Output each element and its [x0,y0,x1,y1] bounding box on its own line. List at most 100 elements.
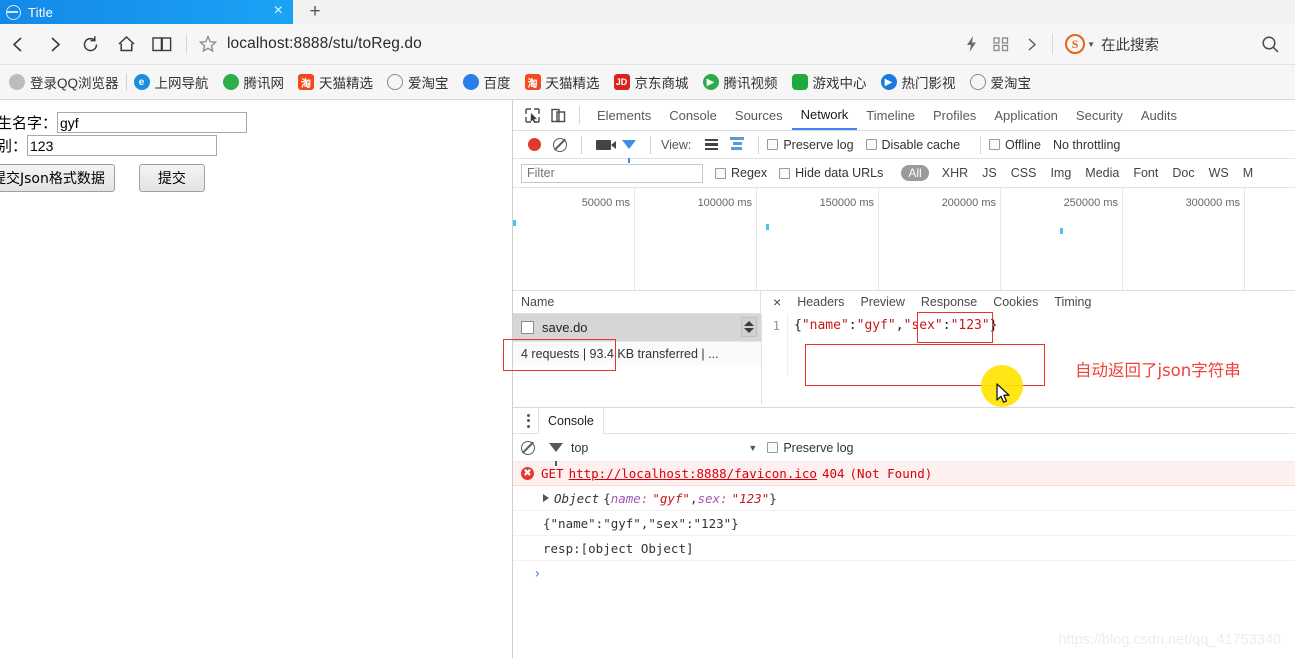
tab-timeline[interactable]: Timeline [857,100,924,130]
column-header-name[interactable]: Name [513,290,761,314]
bookmark-item[interactable]: 淘 天猫精选 [291,65,380,99]
detail-tab-response[interactable]: Response [913,290,985,315]
log-url[interactable]: http://localhost:8888/favicon.ico [569,466,817,481]
bookmark-item[interactable]: 游戏中心 [785,65,874,99]
bookmark-item[interactable]: 爱淘宝 [963,65,1039,99]
bookmark-item[interactable]: 淘 天猫精选 [518,65,607,99]
filter-type-js[interactable]: JS [975,166,1004,180]
filter-funnel-icon[interactable] [616,132,642,163]
console-object-row[interactable]: Object { name: "gyf" , sex: "123" } [513,486,1295,511]
address-bar[interactable]: localhost:8888/stu/toReg.do [223,35,422,53]
chevron-right-icon[interactable] [1016,24,1046,64]
expand-triangle-icon[interactable] [543,494,549,502]
preserve-log-checkbox[interactable]: Preserve log [767,138,854,152]
device-toolbar-icon[interactable] [545,102,571,128]
console-prompt[interactable]: › [513,561,1295,586]
scroll-stepper[interactable] [741,317,757,337]
forward-icon[interactable] [36,24,72,64]
submit-json-button[interactable]: 提交Json格式数据 [0,164,115,192]
row-checkbox[interactable] [521,321,534,334]
checkbox-box [989,139,1001,150]
lightning-icon[interactable] [956,24,986,64]
detail-tab-cookies[interactable]: Cookies [985,290,1046,315]
hide-data-urls-checkbox[interactable]: Hide data URLs [779,166,883,180]
sex-input[interactable] [27,135,218,156]
table-row[interactable]: save.do [513,314,761,341]
view-waterfall-icon[interactable] [724,132,750,158]
bookmark-label: 百度 [483,76,511,91]
console-preserve-log-checkbox[interactable]: Preserve log [767,441,854,455]
bookmarks-book-icon[interactable] [144,24,180,64]
filter-type-font[interactable]: Font [1126,166,1165,180]
clear-icon[interactable] [547,132,573,158]
throttling-select[interactable]: No throttling [1053,138,1120,152]
bookmark-item[interactable]: 爱淘宝 [380,65,456,99]
more-options-icon[interactable] [519,413,538,428]
clear-console-icon[interactable] [521,440,535,455]
name-input[interactable] [57,112,248,133]
filter-input[interactable] [521,163,703,183]
back-icon[interactable] [0,24,36,64]
tab-network[interactable]: Network [791,100,858,130]
console-text-row[interactable]: resp:[object Object] [513,536,1295,561]
filter-type-xhr[interactable]: XHR [935,166,975,180]
bookmark-item[interactable]: JD 京东商城 [607,65,696,99]
tab-console[interactable]: Console [660,100,726,130]
filter-type-all[interactable]: All [901,165,929,181]
detail-tab-timing[interactable]: Timing [1046,290,1099,315]
chevron-down-icon[interactable]: ▼ [1087,40,1095,49]
new-tab-button[interactable]: + [296,0,334,24]
bookmark-label: 游戏中心 [812,76,867,91]
offline-checkbox[interactable]: Offline [989,138,1041,152]
reload-icon[interactable] [72,24,108,64]
filter-type-doc[interactable]: Doc [1165,166,1201,180]
bookmark-item[interactable]: 腾讯网 [216,65,292,99]
filter-type-ws[interactable]: WS [1202,166,1236,180]
user-avatar-icon [9,74,25,90]
tab-security[interactable]: Security [1067,100,1132,130]
detail-tab-headers[interactable]: Headers [789,290,852,315]
qr-code-icon[interactable] [986,24,1016,64]
console-text-row[interactable]: {"name":"gyf","sex":"123"} [513,511,1295,536]
bookmark-item[interactable]: 登录QQ浏览器 [2,65,126,99]
bookmark-label: 京东商城 [634,76,689,91]
detail-tab-preview[interactable]: Preview [852,290,912,315]
filter-type-media[interactable]: Media [1078,166,1126,180]
response-json[interactable]: {"name":"gyf","sex":"123"} [788,314,998,376]
capture-screenshots-icon[interactable] [590,132,616,158]
network-overview-timeline[interactable]: 50000 ms 100000 ms 150000 ms 200000 ms 2… [513,188,1295,291]
submit-button[interactable]: 提交 [138,164,205,192]
bookmark-item[interactable]: 百度 [456,65,518,99]
filter-type-css[interactable]: CSS [1004,166,1044,180]
bookmark-star-icon[interactable] [193,35,223,53]
filter-type-img[interactable]: Img [1043,166,1078,180]
tab-profiles[interactable]: Profiles [924,100,985,130]
sogou-logo-icon: S [1065,34,1086,54]
regex-checkbox[interactable]: Regex [715,166,767,180]
tab-application[interactable]: Application [985,100,1067,130]
filter-type-manifest[interactable]: M [1236,166,1260,180]
tab-elements[interactable]: Elements [588,100,660,130]
close-icon[interactable]: × [270,3,287,21]
view-list-icon[interactable] [698,132,724,158]
search-box[interactable]: S ▼ 在此搜索 [1059,34,1159,55]
bookmark-item[interactable]: ▶ 腾讯视频 [696,65,785,99]
overview-tick-label: 50000 ms [581,197,630,209]
bookmark-item[interactable]: e 上网导航 [127,65,216,99]
home-icon[interactable] [108,24,144,64]
search-placeholder: 在此搜索 [1101,37,1159,54]
bookmark-item[interactable]: ▶ 热门影视 [874,65,963,99]
chevron-down-icon[interactable]: ▼ [748,443,757,453]
console-error-row[interactable]: ✖ GET http://localhost:8888/favicon.ico … [513,462,1295,486]
close-icon[interactable]: × [765,294,789,310]
record-button[interactable] [521,132,547,158]
execution-context-select[interactable]: top [571,441,588,455]
tab-sources[interactable]: Sources [726,100,792,130]
console-filter-icon[interactable] [549,443,563,466]
inspect-element-icon[interactable] [519,102,545,128]
browser-tab-title[interactable]: Title × [0,0,293,24]
tab-audits[interactable]: Audits [1132,100,1186,130]
search-icon[interactable] [1255,24,1285,64]
disable-cache-checkbox[interactable]: Disable cache [865,138,960,152]
drawer-tab-console[interactable]: Console [538,407,604,434]
